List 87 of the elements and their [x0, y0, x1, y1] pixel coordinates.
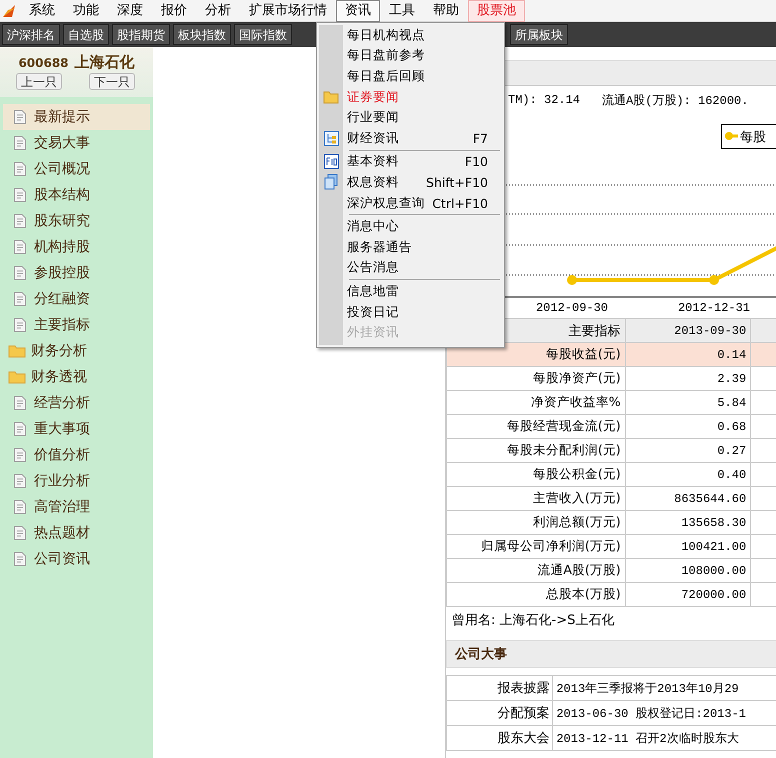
sidebar-item[interactable]: 参股控股	[3, 260, 150, 286]
menu-item[interactable]: 消息中心	[317, 216, 504, 237]
menu-item[interactable]: 帮助	[424, 0, 468, 22]
tree-icon	[324, 130, 338, 146]
menu-item[interactable]: 系统	[20, 0, 64, 22]
menu-item[interactable]: 每日机构视点	[317, 25, 504, 46]
table-cell: 股东大会	[446, 726, 553, 750]
nav-button[interactable]: 下一只	[89, 73, 135, 90]
document-icon	[13, 213, 27, 229]
menu-item[interactable]: 公告消息	[317, 258, 504, 278]
stock-code: 600688	[18, 56, 69, 70]
logo-icon	[2, 4, 16, 18]
sidebar-item[interactable]: 财务透视	[3, 364, 150, 390]
document-icon	[13, 317, 27, 333]
column-header: 2013-09-30	[625, 318, 751, 342]
sidebar-item[interactable]: 交易大事	[3, 130, 150, 156]
document-icon	[13, 187, 27, 203]
document-icon	[13, 499, 27, 515]
toolbar-button[interactable]: 所属板块	[510, 24, 568, 45]
table-cell: 2013年三季报将于2013年10月29	[552, 676, 776, 700]
sidebar-item[interactable]: 财务分析	[3, 338, 150, 364]
document-icon	[13, 473, 27, 489]
section-title: 公司大事	[455, 646, 507, 663]
sidebar-item[interactable]: 公司概况	[3, 156, 150, 182]
menu-item[interactable]: 扩展市场行情	[240, 0, 336, 22]
document-icon	[13, 265, 27, 281]
document-icon	[13, 239, 27, 255]
menu-item[interactable]: 基本资料 F10	[317, 152, 504, 172]
menu-item[interactable]: 证券要闻	[317, 86, 504, 108]
toolbar-button[interactable]: 自选股	[63, 24, 109, 45]
menu-item[interactable]: 深度	[108, 0, 152, 22]
menu-item[interactable]: 服务器通告	[317, 236, 504, 258]
menu-item[interactable]: 每日盘后回顾	[317, 66, 504, 87]
document-icon	[13, 421, 27, 437]
document-icon	[13, 525, 27, 541]
toolbar-button[interactable]: 股指期货	[112, 24, 170, 45]
document-icon	[13, 135, 27, 151]
toolbar-button[interactable]: 国际指数	[234, 24, 292, 45]
document-icon	[13, 395, 27, 411]
axis-label: 2012-12-31	[678, 301, 750, 315]
menu-item[interactable]: 分析	[196, 0, 240, 22]
table-cell: 报表披露	[446, 676, 553, 700]
menu-item[interactable]: 功能	[64, 0, 108, 22]
nav-button[interactable]: 上一只	[16, 73, 62, 90]
sidebar-item[interactable]: 经营分析	[3, 390, 150, 416]
menu-item[interactable]: 每日盘前参考	[317, 46, 504, 66]
info-text: TM): 32.14	[508, 93, 580, 107]
sidebar-item[interactable]: 机构持股	[3, 234, 150, 260]
folder-icon	[8, 370, 26, 384]
document-icon	[13, 109, 27, 125]
key-icon	[324, 154, 338, 170]
menu-item[interactable]: 股票池	[468, 0, 525, 22]
stock-name: 上海石化	[74, 53, 135, 72]
sidebar-item[interactable]: 重大事项	[3, 416, 150, 442]
menu-item[interactable]: 工具	[380, 0, 424, 22]
former-name-text: 曾用名: 上海石化->S上石化	[451, 612, 616, 630]
info-text: 流通A股(万股): 162000.	[602, 92, 748, 108]
menu-item[interactable]: 权息资料 Shift+F10	[317, 172, 504, 193]
sidebar-item[interactable]: 行业分析	[3, 468, 150, 494]
document-icon	[13, 551, 27, 567]
sidebar-item[interactable]: 股东研究	[3, 208, 150, 234]
toolbar-button[interactable]: 板块指数	[173, 24, 231, 45]
menu-item[interactable]: 行业要闻	[317, 107, 504, 128]
axis-label: 2012-09-30	[536, 301, 608, 315]
document-icon	[13, 161, 27, 177]
sidebar-item[interactable]: 热点题材	[3, 520, 150, 546]
sidebar-item[interactable]: 公司资讯	[3, 546, 150, 572]
document-icon	[13, 447, 27, 463]
sidebar-item[interactable]: 最新提示	[3, 104, 150, 130]
legend-marker-icon	[725, 132, 738, 140]
folder-icon	[323, 90, 339, 104]
folder-icon	[8, 344, 26, 358]
menu-item[interactable]: 资讯	[336, 0, 380, 22]
pages-icon	[324, 174, 338, 190]
sidebar-item[interactable]: 股本结构	[3, 182, 150, 208]
sidebar-item[interactable]: 主要指标	[3, 312, 150, 338]
toolbar-button[interactable]: 沪深排名	[2, 24, 60, 45]
menu-item[interactable]: 信息地雷	[317, 281, 504, 302]
table-cell: 分配预案	[446, 700, 553, 726]
sidebar-item[interactable]: 分红融资	[3, 286, 150, 312]
menu-item[interactable]: 深沪权息查询 Ctrl+F10	[317, 192, 504, 214]
document-icon	[13, 291, 27, 307]
menu-item[interactable]: 财经资讯 F7	[317, 128, 504, 149]
sidebar-item[interactable]: 价值分析	[3, 442, 150, 468]
sidebar-item[interactable]: 高管治理	[3, 494, 150, 520]
menu-item[interactable]: 报价	[152, 0, 196, 22]
legend-label: 每股	[740, 130, 766, 145]
